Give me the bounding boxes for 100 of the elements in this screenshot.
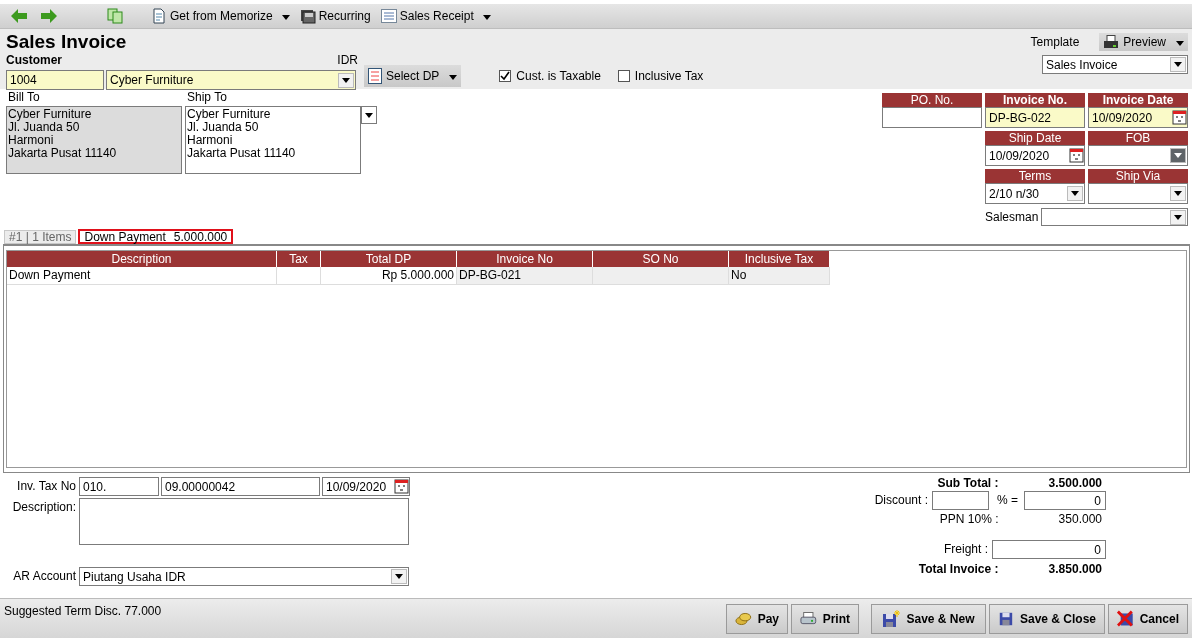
footer-button[interactable]: Print: [791, 603, 859, 634]
calendar-icon[interactable]: [1069, 148, 1084, 163]
save-new-icon: [882, 609, 901, 628]
tab[interactable]: #1 | 1 Items: [4, 230, 77, 244]
caret-icon: [1174, 62, 1182, 67]
cancel-icon: [1117, 609, 1134, 628]
column-header: Invoice No: [457, 251, 593, 267]
column-header: Description: [7, 251, 277, 267]
caret-icon: [449, 75, 458, 80]
date-field[interactable]: 10/09/2020: [1088, 107, 1188, 128]
field-label: Template: [1030, 35, 1080, 49]
select-field[interactable]: 2/10 n/30: [985, 183, 1085, 204]
calendar-icon[interactable]: [394, 479, 409, 494]
toolbar-button[interactable]: Get from Memorize: [148, 6, 293, 26]
forward-arrow-icon[interactable]: [41, 9, 57, 23]
subtotal-label: Sub Total :: [936, 476, 999, 491]
field-label: Terms: [985, 169, 1085, 183]
total-label: Total Invoice :: [917, 561, 999, 578]
description-field[interactable]: [79, 498, 409, 545]
tax-number-field[interactable]: 09.00000042: [161, 477, 320, 496]
column-header: Tax: [277, 251, 321, 267]
date-field[interactable]: 10/09/2020: [985, 145, 1085, 166]
field-label: Description:: [11, 499, 76, 516]
tab-amount: 5.000.000: [173, 229, 228, 244]
tax-value: 350.000: [1057, 511, 1103, 528]
discount-amount-field[interactable]: 0: [1024, 491, 1106, 510]
salesman-select[interactable]: [1041, 208, 1188, 226]
tab[interactable]: Down Payment 5.000.000: [78, 229, 234, 244]
dropdown-button[interactable]: [361, 106, 377, 124]
footer-button[interactable]: Save & Close: [989, 603, 1105, 634]
checkbox-label: Cust. is Taxable: [516, 69, 601, 83]
dropdown-button[interactable]: [338, 72, 354, 88]
ar-account-select[interactable]: Piutang Usaha IDR: [79, 567, 409, 586]
field-label: Bill To: [7, 89, 41, 106]
caret-icon: [1174, 153, 1182, 158]
discount-percent-field[interactable]: [932, 491, 989, 510]
field-label: Invoice No.: [985, 93, 1085, 107]
text-field[interactable]: [882, 107, 982, 128]
column-header: SO No: [593, 251, 729, 267]
text-field[interactable]: DP-BG-022: [985, 107, 1085, 128]
select-field[interactable]: [1088, 183, 1188, 204]
calendar-icon[interactable]: [1172, 110, 1187, 125]
customer-name-select[interactable]: Cyber Furniture: [106, 70, 356, 90]
bill-to-address: Cyber Furniture Jl. Juanda 50 Harmoni Jakarta Pusat 11140: [6, 106, 182, 174]
field-label: Salesman: [985, 210, 1039, 224]
field-label: PO. No.: [882, 93, 982, 107]
dropdown-button[interactable]: [1170, 186, 1186, 201]
dropdown-button[interactable]: [1170, 209, 1186, 225]
select-dp-button[interactable]: Select DP: [364, 65, 462, 87]
caret-icon: [1071, 191, 1079, 196]
tax-label: PPN 10% :: [938, 511, 999, 528]
freight-field[interactable]: 0: [992, 540, 1106, 559]
field-label: Invoice Date: [1088, 93, 1188, 107]
table-cell: Rp 5.000.000: [321, 267, 457, 285]
table-cell: No: [729, 267, 830, 285]
tax-date-field[interactable]: 10/09/2020: [322, 477, 410, 496]
table-cell: Down Payment: [7, 267, 277, 285]
coins-icon: [735, 610, 752, 627]
field-label: AR Account: [12, 568, 76, 585]
percent-label: % =: [997, 493, 1018, 508]
field-label: Ship To: [186, 89, 228, 106]
footer-button[interactable]: Save & New: [871, 603, 986, 634]
subtotal-value: 3.500.000: [1047, 476, 1103, 491]
currency-label: IDR: [337, 53, 358, 67]
caret-icon: [342, 77, 350, 83]
column-header: Total DP: [321, 251, 457, 267]
checkbox[interactable]: [499, 70, 512, 82]
footer-button[interactable]: Pay: [726, 603, 788, 634]
caret-icon: [1174, 191, 1182, 196]
column-header: Inclusive Tax: [729, 251, 830, 267]
tax-prefix-field[interactable]: 010.: [79, 477, 159, 496]
freight-label: Freight :: [944, 542, 988, 557]
preview-button[interactable]: Preview: [1099, 33, 1188, 51]
caret-icon: [395, 574, 403, 579]
dropdown-button[interactable]: [1067, 186, 1083, 201]
field-label: FOB: [1088, 131, 1188, 145]
caret-icon: [1174, 214, 1182, 220]
disk-stack-icon: [299, 8, 316, 24]
total-value: 3.850.000: [1047, 561, 1103, 578]
printer-icon: [800, 610, 817, 627]
printer-icon: [1103, 35, 1120, 49]
select-field[interactable]: [1088, 145, 1188, 166]
ship-to-address[interactable]: Cyber Furniture Jl. Juanda 50 Harmoni Jakarta Pusat 11140: [185, 106, 361, 174]
back-arrow-icon[interactable]: [11, 9, 27, 23]
list-icon: [368, 68, 382, 84]
caret-icon: [281, 15, 290, 20]
checkbox-label: Inclusive Tax: [634, 69, 704, 83]
field-label: Ship Via: [1088, 169, 1188, 183]
document-icon: [151, 8, 167, 24]
dropdown-button[interactable]: [391, 569, 407, 584]
template-select[interactable]: Sales Invoice: [1042, 55, 1188, 74]
caret-icon: [1176, 41, 1184, 46]
customer-id-field[interactable]: 1004: [6, 70, 104, 90]
toolbar-button[interactable]: Recurring: [296, 6, 374, 26]
caret-icon: [365, 112, 373, 118]
dropdown-button[interactable]: [1170, 57, 1186, 72]
field-label: Inv. Tax No: [16, 478, 76, 495]
checkbox[interactable]: [617, 70, 630, 82]
toolbar-button[interactable]: Sales Receipt: [377, 6, 494, 26]
footer-button[interactable]: Cancel: [1108, 603, 1188, 634]
